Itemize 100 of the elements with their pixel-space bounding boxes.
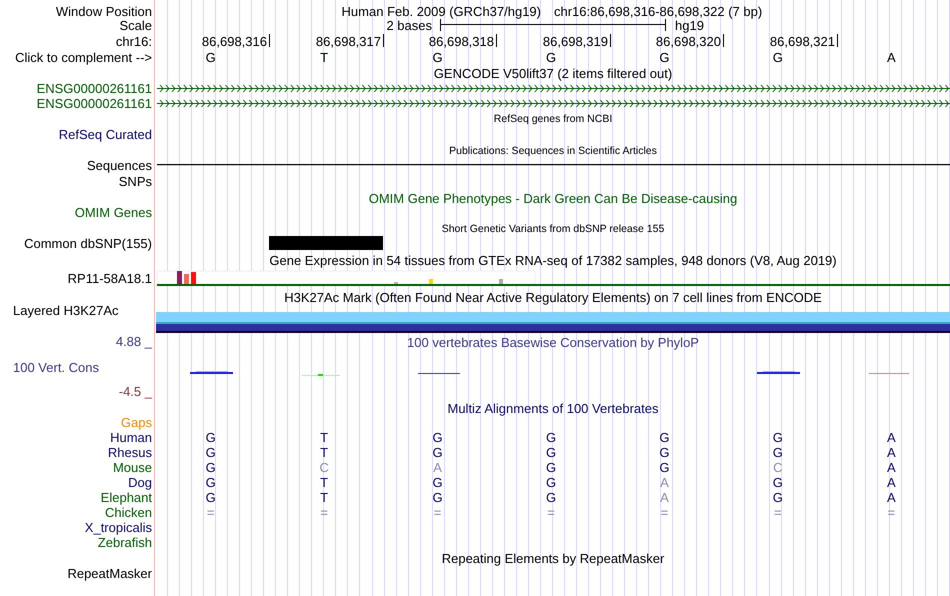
ruler-tick <box>610 34 611 47</box>
track-title: Multiz Alignments of 100 Vertebrates <box>448 400 658 416</box>
aligned-base: A <box>886 460 896 474</box>
track-label: Chicken <box>105 504 152 520</box>
track-label: 100 Vert. Cons <box>13 360 99 374</box>
ruler-tick <box>383 34 384 47</box>
track-label: 4.88 _ <box>116 334 152 348</box>
aligned-base: G <box>206 490 216 504</box>
aligned-base: = <box>547 504 555 520</box>
track-title: Gene Expression in 54 tissues from GTEx RNA-seq of 17382 samples, 948 donors (V8, Aug 2019) <box>269 252 837 268</box>
track-label: Sequences <box>86 158 152 172</box>
aligned-base: = <box>774 504 782 520</box>
base-position: 86,698,316 <box>202 34 267 48</box>
track-label: Scale <box>119 18 152 32</box>
aligned-base: G <box>432 430 443 444</box>
aligned-base: G <box>772 444 783 460</box>
aligned-base: G <box>546 444 556 460</box>
aligned-base: G <box>546 490 556 504</box>
assembly-label: hg19 <box>675 18 704 32</box>
aligned-base: G <box>206 444 216 460</box>
ruler-tick <box>496 34 497 47</box>
aligned-base: G <box>546 430 556 444</box>
track-label: OMIM Genes <box>74 204 152 220</box>
track-title: OMIM Gene Phenotypes - Dark Green Can Be Disease-causing <box>368 190 738 206</box>
track-title: 100 vertebrates Basewise Conservation by PhyloP <box>407 334 699 350</box>
track-label: Elephant <box>100 490 152 504</box>
base-letter: T <box>320 50 328 64</box>
aligned-base: G <box>659 444 670 460</box>
track-label: Gaps <box>120 414 152 430</box>
track-label: SNPs <box>118 174 152 188</box>
aligned-base: T <box>320 474 328 490</box>
aligned-base: A <box>886 490 896 504</box>
aligned-base: G <box>432 444 443 460</box>
track-label: Window Position <box>56 4 152 18</box>
aligned-base: G <box>546 460 556 474</box>
track-label: Common dbSNP(155) <box>24 236 152 250</box>
aligned-base: G <box>432 490 443 504</box>
aligned-base: T <box>320 430 328 444</box>
track-label: Rhesus <box>108 444 152 460</box>
aligned-base: G <box>206 460 216 474</box>
aligned-base: = <box>320 504 328 520</box>
aligned-base: = <box>206 504 214 520</box>
track-title: Repeating Elements by RepeatMasker <box>442 550 664 566</box>
track-label: Layered H3K27Ac <box>13 302 119 318</box>
aligned-base: G <box>772 474 783 490</box>
aligned-base: C <box>773 460 783 474</box>
aligned-base: A <box>886 430 896 444</box>
base-letter: G <box>432 50 443 64</box>
track-label: Dog <box>128 474 152 490</box>
track-label: RP11-58A18.1 <box>68 270 152 286</box>
track-title: RefSeq genes from NCBI <box>494 112 612 126</box>
aligned-base: C <box>319 460 329 474</box>
base-position: 86,698,321 <box>770 34 835 48</box>
track-label: ENSG00000261161 <box>36 80 152 96</box>
base-position: 86,698,319 <box>542 34 608 48</box>
track-label: chr16: <box>116 34 152 48</box>
track-label: Zebrafish <box>98 534 152 550</box>
base-letter: G <box>206 50 216 64</box>
aligned-base: A <box>886 444 896 460</box>
base-position: 86,698,318 <box>428 34 494 48</box>
track-title: GENCODE V50lift37 (2 items filtered out) <box>434 66 672 80</box>
base-position: 86,698,317 <box>316 34 381 48</box>
track-label: RepeatMasker <box>67 566 152 580</box>
aligned-base: T <box>320 444 328 460</box>
track-label: RefSeq Curated <box>58 126 152 142</box>
aligned-base: A <box>660 490 669 504</box>
aligned-base: G <box>659 460 670 474</box>
track-label: Mouse <box>112 460 152 474</box>
base-letter: A <box>886 50 896 64</box>
base-letter: G <box>659 50 670 64</box>
aligned-base: G <box>772 490 783 504</box>
track-label: X_tropicalis <box>84 520 152 534</box>
track-label: Human <box>110 430 152 444</box>
track-label: -4.5 _ <box>118 384 152 398</box>
aligned-base: = <box>434 504 442 520</box>
aligned-base: T <box>320 490 328 504</box>
aligned-base: A <box>660 474 669 490</box>
position-title: chr16:86,698,316-86,698,322 (7 bp) <box>554 4 762 18</box>
track-title: H3K27Ac Mark (Often Found Near Active Regulatory Elements) on 7 cell lines from ENCODE <box>284 290 822 304</box>
base-position: 86,698,320 <box>656 34 721 48</box>
aligned-base: G <box>206 474 216 490</box>
track-label: Click to complement --> <box>15 50 152 64</box>
scale-label: 2 bases <box>386 18 432 32</box>
aligned-base: G <box>432 474 443 490</box>
aligned-base: G <box>206 430 216 444</box>
ruler-tick <box>837 34 838 47</box>
base-letter: G <box>772 50 783 64</box>
aligned-base: G <box>659 430 670 444</box>
track-title: Publications: Sequences in Scientific Articles <box>449 144 657 158</box>
assembly-title: Human Feb. 2009 (GRCh37/hg19) <box>342 4 541 18</box>
ruler-tick <box>269 34 270 47</box>
track-label: ENSG00000261161 <box>36 96 152 110</box>
aligned-base: A <box>886 474 896 490</box>
base-letter: G <box>546 50 556 64</box>
aligned-base: G <box>546 474 556 490</box>
track-title: Short Genetic Variants from dbSNP release 155 <box>442 222 664 236</box>
aligned-base: G <box>772 430 783 444</box>
aligned-base: A <box>433 460 442 474</box>
ruler-tick <box>723 34 724 47</box>
aligned-base: = <box>660 504 668 520</box>
